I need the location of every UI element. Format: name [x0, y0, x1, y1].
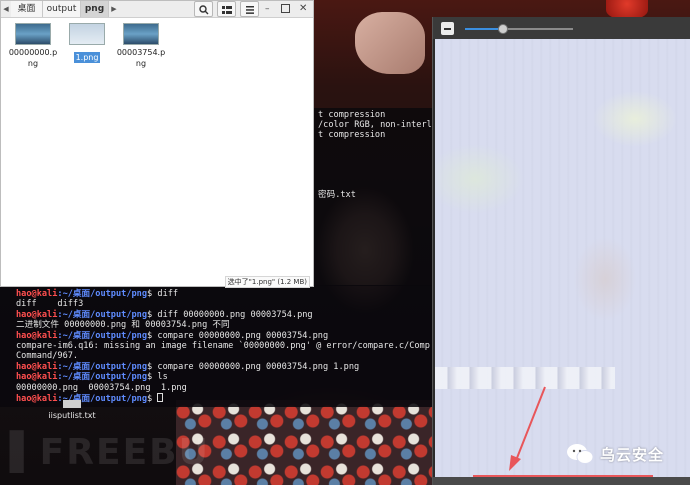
command-text: compare 00000000.png 00003754.png 1.png	[157, 361, 360, 372]
terminal-prompt-line: hao@kali:~/桌面/output/png$ diff 00000000.…	[16, 310, 313, 320]
wallpaper-hand	[355, 12, 425, 74]
annotation-arrow-icon	[509, 386, 546, 471]
file-manager-window: ◀ 桌面 output png ▶ – ✕ 00000000.png 1.png…	[0, 0, 314, 288]
close-icon[interactable]: ✕	[299, 3, 307, 15]
image-thumbnail-icon	[69, 23, 105, 45]
prompt-path: :~/桌面/output/png	[57, 372, 148, 383]
terminal-prompt-line: hao@kali:~/桌面/output/png$ compare 000000…	[16, 362, 359, 372]
file-name: 1.png	[73, 52, 101, 63]
terminal-output-line: /color RGB, non-interl	[318, 120, 432, 130]
prompt-user: hao@kali	[16, 309, 58, 320]
breadcrumb-png[interactable]: png	[81, 1, 109, 17]
terminal-output-line: 二进制文件 00000000.png 和 00003754.png 不同	[16, 320, 230, 331]
file-item[interactable]: 00003754.png	[115, 23, 167, 69]
terminal-output-line: Command/967.	[16, 351, 79, 362]
forward-arrow-icon[interactable]: ▶	[109, 1, 119, 17]
command-text: ls	[157, 372, 168, 383]
command-text: diff 00000000.png 00003754.png	[157, 309, 313, 320]
wechat-icon	[567, 444, 594, 464]
selection-status: 选中了"1.png" (1.2 MB)	[224, 276, 310, 288]
brand-watermark: 乌云安全	[566, 442, 664, 466]
grid-view-icon	[222, 6, 232, 14]
terminal-output-line: diff diff3	[16, 299, 84, 310]
prompt-path: :~/桌面/output/png	[57, 361, 148, 372]
file-name: 00000000.png	[8, 48, 58, 68]
minus-icon	[444, 28, 451, 30]
maximize-icon[interactable]	[281, 4, 290, 13]
prompt-user: hao@kali	[16, 289, 58, 299]
image-thumbnail-icon	[15, 23, 51, 45]
viewer-toolbar	[433, 17, 690, 39]
image-thumbnail-icon	[123, 23, 159, 45]
prompt-sign: $	[147, 372, 158, 383]
terminal-window[interactable]: hao@kali:~/桌面/output/png$ diff diff diff3…	[0, 285, 432, 407]
terminal-output-line: t compression	[318, 130, 386, 140]
command-text: compare 00000000.png 00003754.png	[157, 330, 329, 341]
prompt-sign: $	[147, 394, 158, 404]
file-grid: 00000000.png 1.png 00003754.png	[1, 19, 313, 269]
terminal-output-line: t compression	[318, 110, 386, 120]
brand-text: 乌云安全	[600, 445, 665, 464]
prompt-path: :~/桌面/output/png	[57, 289, 148, 299]
wallpaper-dress	[176, 400, 434, 485]
prompt-user: hao@kali	[16, 330, 58, 341]
minimize-icon[interactable]: –	[265, 4, 275, 14]
menu-button[interactable]	[240, 1, 259, 17]
prompt-path: :~/桌面/output/png	[57, 309, 148, 320]
terminal-prompt-line: hao@kali:~/桌面/output/png$ diff	[16, 289, 178, 299]
menu-icon	[246, 6, 254, 14]
prompt-sign: $	[147, 309, 158, 320]
zoom-slider-handle[interactable]	[497, 24, 508, 34]
compare-result-image	[435, 39, 690, 477]
file-item-selected[interactable]: 1.png	[61, 23, 113, 64]
freebuf-watermark: ▌FREEBU	[10, 432, 210, 473]
file-name: 00003754.png	[116, 48, 166, 68]
terminal-prompt-line: hao@kali:~/桌面/output/png$ compare 000000…	[16, 331, 328, 341]
desktop-file-label: iisputlist.txt	[48, 411, 96, 420]
terminal-output-line: 00000000.png 00003754.png 1.png	[16, 382, 187, 393]
zoom-out-button[interactable]	[441, 22, 454, 35]
file-item[interactable]: 00000000.png	[7, 23, 59, 69]
image-viewer-window	[432, 17, 690, 485]
viewer-scrollbar[interactable]	[433, 477, 690, 485]
breadcrumb-output[interactable]: output	[43, 1, 81, 17]
view-toggle-button[interactable]	[217, 1, 236, 17]
prompt-path: :~/桌面/output/png	[57, 330, 148, 341]
terminal-output-line: 密码.txt	[318, 190, 356, 200]
terminal-prompt-line: hao@kali:~/桌面/output/png$ ls	[16, 372, 168, 382]
search-icon	[199, 5, 209, 15]
back-arrow-icon[interactable]: ◀	[1, 1, 11, 17]
terminal-cursor	[157, 393, 164, 402]
terminal-output-line: compare-im6.q16: missing an image filena…	[16, 341, 430, 351]
search-button[interactable]	[194, 1, 213, 17]
prompt-sign: $	[147, 361, 158, 372]
text-file-icon	[63, 400, 81, 408]
command-text: diff	[157, 289, 179, 299]
desktop-file-icon[interactable]: iisputlist.txt	[42, 400, 102, 420]
prompt-user: hao@kali	[16, 372, 58, 383]
breadcrumb-desktop[interactable]: 桌面	[11, 1, 43, 17]
prompt-user: hao@kali	[16, 361, 58, 372]
prompt-sign: $	[147, 330, 158, 341]
prompt-sign: $	[147, 289, 158, 299]
file-manager-toolbar: ◀ 桌面 output png ▶ – ✕	[1, 1, 313, 18]
